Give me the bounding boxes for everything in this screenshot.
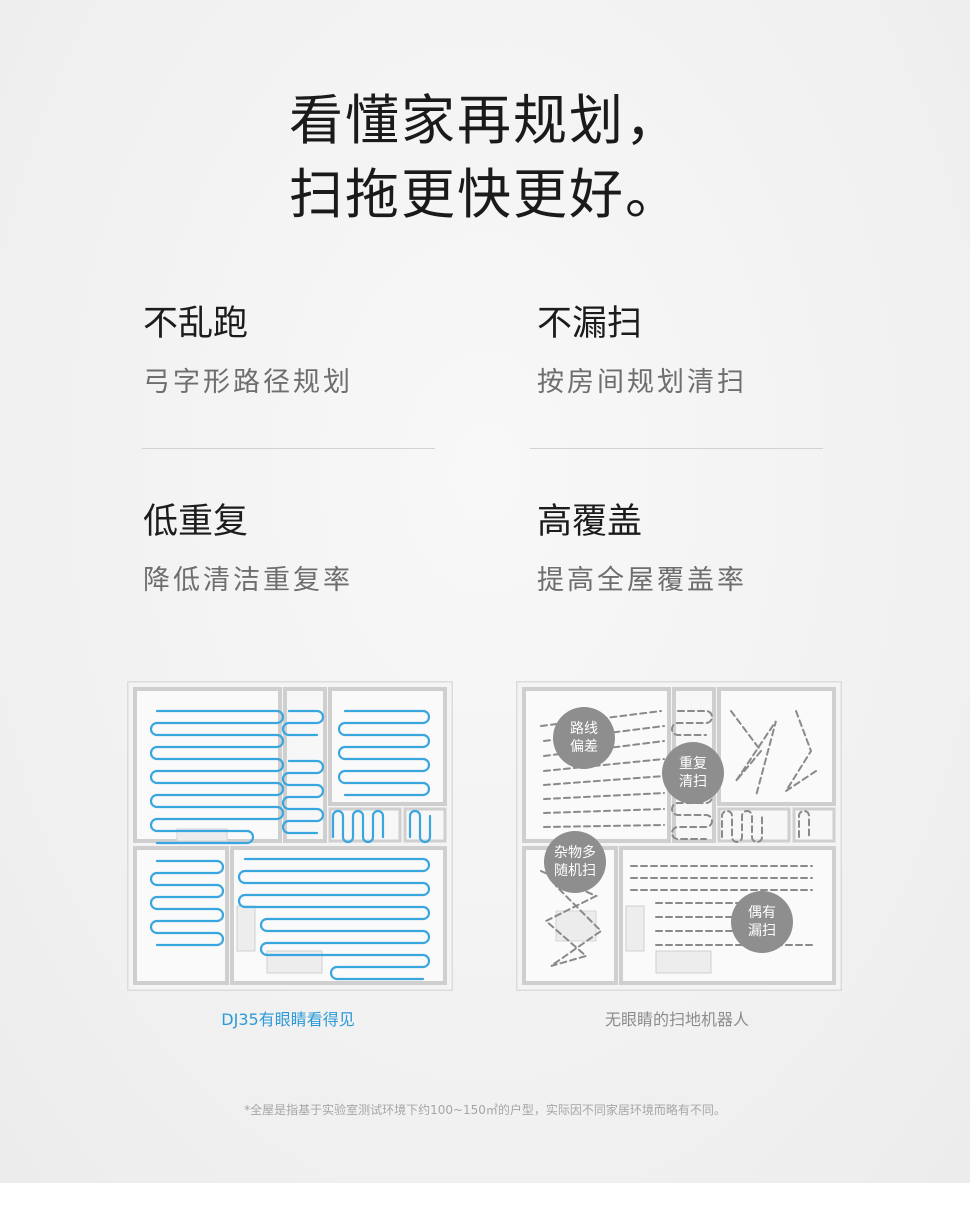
badge-random-clean: 杂物多 随机扫 <box>544 831 606 893</box>
badge-line: 杂物多 <box>554 845 596 861</box>
badge-occasional-miss: 偶有 漏扫 <box>731 891 793 953</box>
headline-line-1: 看懂家再规划， <box>289 89 681 152</box>
caption-no-camera: 无眼睛的扫地机器人 <box>604 1010 749 1029</box>
feature-subtitle-no-wander: 弓字形路径规划 <box>143 367 353 398</box>
feature-title-high-coverage: 高覆盖 <box>537 502 643 542</box>
badge-line: 路线 <box>570 721 598 737</box>
divider-left <box>142 448 435 449</box>
feature-title-no-wander: 不乱跑 <box>143 304 249 344</box>
footnote: *全屋是指基于实验室测试环境下约100~150㎡的户型，实际因不同家居环境而略有… <box>244 1103 726 1117</box>
floor-plan-dj35 <box>127 681 453 991</box>
floor-plan-no-camera: 路线 偏差 重复 清扫 杂物多 随机扫 偶有 漏扫 <box>516 681 842 991</box>
badge-line: 清扫 <box>679 774 707 790</box>
feature-subtitle-high-coverage: 提高全屋覆盖率 <box>537 565 747 596</box>
feature-subtitle-no-miss: 按房间规划清扫 <box>537 367 747 398</box>
badge-line: 偏差 <box>570 739 598 755</box>
badge-repeat-clean: 重复 清扫 <box>662 742 724 804</box>
feature-title-low-repeat: 低重复 <box>143 502 249 542</box>
badge-line: 随机扫 <box>554 863 596 879</box>
badge-route-deviation: 路线 偏差 <box>553 707 615 769</box>
badge-line: 重复 <box>679 756 707 772</box>
caption-dj35: DJ35有眼睛看得见 <box>221 1010 355 1029</box>
badge-line: 漏扫 <box>748 923 776 939</box>
divider-right <box>530 448 823 449</box>
feature-subtitle-low-repeat: 降低清洁重复率 <box>143 565 353 596</box>
badge-line: 偶有 <box>748 905 776 921</box>
headline-line-2: 扫拖更快更好。 <box>289 163 681 226</box>
feature-title-no-miss: 不漏扫 <box>537 304 643 344</box>
